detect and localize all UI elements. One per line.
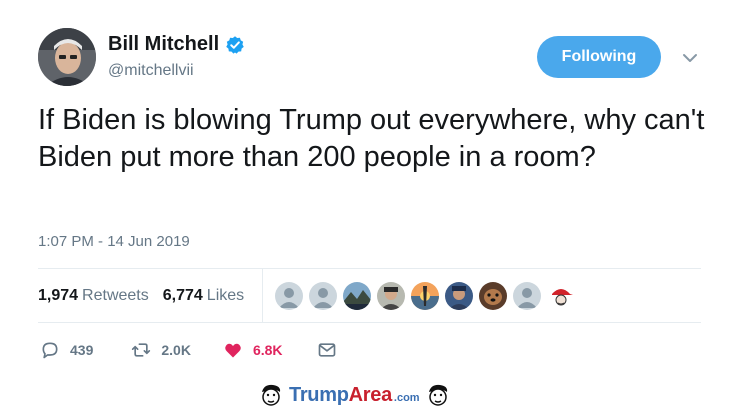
default-avatar-icon[interactable] [309,282,337,310]
person-avatar-icon[interactable] [445,282,473,310]
verified-badge-icon [225,35,245,55]
reply-count: 439 [70,342,94,358]
watermark-domain-suffix: .com [393,392,420,404]
sunset-avatar-icon[interactable] [411,282,439,310]
maga-hat-avatar-icon[interactable] [547,282,575,310]
chevron-down-icon[interactable] [680,48,700,68]
retweet-count: 1,974 [38,287,79,304]
trumparea-watermark: TrumpArea .com [258,382,451,408]
author-name-row: Bill Mitchell [108,33,245,56]
author-avatar[interactable] [38,28,96,86]
like-count-stat[interactable]: 6,774 Likes [163,287,244,305]
direct-message-button[interactable] [317,340,337,360]
retweet-button[interactable]: 2.0K [131,340,191,360]
divider [38,322,701,323]
watermark-brand-main: Trump [289,383,349,406]
dog-avatar-icon[interactable] [479,282,507,310]
heart-icon [225,343,241,358]
caricature-face-icon [262,384,281,406]
envelope-icon [318,343,335,357]
tweet-text: If Biden is blowing Trump out everywhere… [38,104,705,173]
author-display-name[interactable]: Bill Mitchell [108,33,219,56]
tweet-action-bar: 439 2.0K 6.8K [40,340,337,360]
reply-button[interactable]: 439 [40,340,93,360]
following-button[interactable]: Following [537,36,661,78]
engagement-stats: 1,974 Retweets 6,774 Likes [38,284,258,308]
default-avatar-icon[interactable] [513,282,541,310]
retweet-action-count: 2.0K [161,342,191,358]
landscape-avatar-icon[interactable] [343,282,371,310]
stats-separator [262,268,263,322]
like-label: Likes [206,287,245,304]
like-button[interactable]: 6.8K [223,340,283,360]
retweet-count-stat[interactable]: 1,974 Retweets [38,287,149,305]
caricature-face-icon [428,384,447,406]
reply-icon [42,342,58,359]
like-action-count: 6.8K [252,342,283,358]
person-avatar-icon[interactable] [377,282,405,310]
watermark-brand: TrumpArea [289,384,392,407]
retweet-icon [132,343,151,357]
like-count: 6,774 [162,287,203,304]
tweet-timestamp[interactable]: 1:07 PM - 14 Jun 2019 [38,233,190,250]
watermark-brand-accent: Area [348,383,393,406]
retweet-label: Retweets [82,287,149,304]
liker-avatars [275,282,575,310]
default-avatar-icon[interactable] [275,282,303,310]
author-handle[interactable]: @mitchellvii [108,62,194,80]
divider [38,268,701,269]
